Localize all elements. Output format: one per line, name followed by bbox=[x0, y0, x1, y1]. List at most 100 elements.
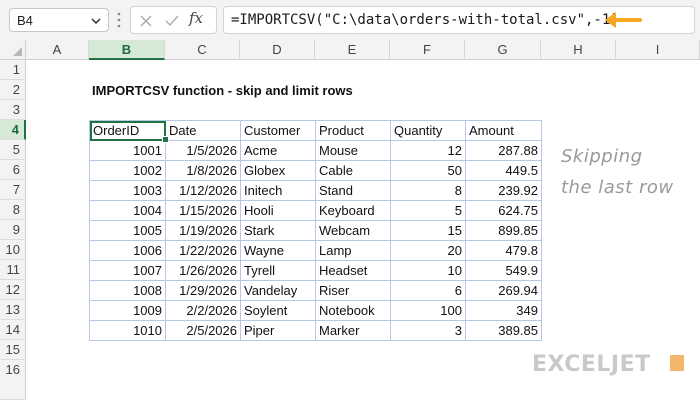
name-box[interactable]: B4 bbox=[9, 8, 109, 32]
table-cell[interactable]: 5 bbox=[390, 200, 466, 221]
table-cell[interactable]: 2/5/2026 bbox=[165, 320, 241, 341]
table-cell[interactable]: 6 bbox=[390, 280, 466, 301]
table-cell[interactable]: 1/12/2026 bbox=[165, 180, 241, 201]
table-cell[interactable]: Stark bbox=[240, 220, 316, 241]
table-cell[interactable]: 15 bbox=[390, 220, 466, 241]
table-cell[interactable]: 1008 bbox=[89, 280, 166, 301]
table-cell[interactable]: 899.85 bbox=[465, 220, 542, 241]
table-cell[interactable]: Lamp bbox=[315, 240, 391, 261]
table-cell[interactable]: 2/2/2026 bbox=[165, 300, 241, 321]
table-cell[interactable]: 8 bbox=[390, 180, 466, 201]
table-cell[interactable]: 389.85 bbox=[465, 320, 542, 341]
table-cell[interactable]: 1/22/2026 bbox=[165, 240, 241, 261]
column-header-d[interactable]: D bbox=[240, 40, 315, 60]
enter-icon[interactable] bbox=[164, 14, 180, 28]
table-cell[interactable]: 1/15/2026 bbox=[165, 200, 241, 221]
table-cell[interactable]: Initech bbox=[240, 180, 316, 201]
table-cell[interactable]: Mouse bbox=[315, 140, 391, 161]
table-cell[interactable]: Globex bbox=[240, 160, 316, 181]
header-cell[interactable]: Date bbox=[165, 120, 241, 141]
table-cell[interactable]: 50 bbox=[390, 160, 466, 181]
table-cell[interactable]: Piper bbox=[240, 320, 316, 341]
table-cell[interactable]: 12 bbox=[390, 140, 466, 161]
row-header-12[interactable]: 12 bbox=[0, 280, 26, 300]
sheet-title[interactable]: IMPORTCSV function - skip and limit rows bbox=[92, 83, 353, 98]
row-header-2[interactable]: 2 bbox=[0, 80, 26, 100]
header-cell[interactable]: Customer bbox=[240, 120, 316, 141]
table-cell[interactable]: 1004 bbox=[89, 200, 166, 221]
header-cell[interactable]: Quantity bbox=[390, 120, 466, 141]
table-cell[interactable]: 1006 bbox=[89, 240, 166, 261]
table-cell[interactable]: 1003 bbox=[89, 180, 166, 201]
table-cell[interactable]: 3 bbox=[390, 320, 466, 341]
table-cell[interactable]: 1005 bbox=[89, 220, 166, 241]
row-header-5[interactable]: 5 bbox=[0, 140, 26, 160]
column-header-c[interactable]: C bbox=[165, 40, 240, 60]
table-cell[interactable]: 549.9 bbox=[465, 260, 542, 281]
table-cell[interactable]: 269.94 bbox=[465, 280, 542, 301]
column-header-i[interactable]: I bbox=[616, 40, 700, 60]
table-cell[interactable]: Marker bbox=[315, 320, 391, 341]
chevron-down-icon[interactable] bbox=[90, 15, 102, 27]
row-header-3[interactable]: 3 bbox=[0, 100, 26, 120]
row-header-10[interactable]: 10 bbox=[0, 240, 26, 260]
column-header-h[interactable]: H bbox=[541, 40, 616, 60]
row-header-11[interactable]: 11 bbox=[0, 260, 26, 280]
insert-function-icon[interactable]: fx bbox=[189, 9, 203, 27]
table-cell[interactable]: Tyrell bbox=[240, 260, 316, 281]
column-header-b[interactable]: B bbox=[89, 40, 165, 60]
table-cell[interactable]: 1/29/2026 bbox=[165, 280, 241, 301]
table-cell[interactable]: Hooli bbox=[240, 200, 316, 221]
row-header-14[interactable]: 14 bbox=[0, 320, 26, 340]
table-cell[interactable]: 1007 bbox=[89, 260, 166, 281]
column-header-e[interactable]: E bbox=[315, 40, 390, 60]
table-cell[interactable]: Acme bbox=[240, 140, 316, 161]
row-header-1[interactable]: 1 bbox=[0, 60, 26, 80]
row-header-16[interactable]: 16 bbox=[0, 360, 26, 400]
row-header-7[interactable]: 7 bbox=[0, 180, 26, 200]
cancel-icon[interactable] bbox=[139, 14, 153, 28]
table-cell[interactable]: Riser bbox=[315, 280, 391, 301]
table-cell[interactable]: 624.75 bbox=[465, 200, 542, 221]
table-cell[interactable]: Stand bbox=[315, 180, 391, 201]
table-cell[interactable]: 1/5/2026 bbox=[165, 140, 241, 161]
row-header-13[interactable]: 13 bbox=[0, 300, 26, 320]
table-cell[interactable]: Soylent bbox=[240, 300, 316, 321]
row-header-15[interactable]: 15 bbox=[0, 340, 26, 360]
table-cell[interactable]: Webcam bbox=[315, 220, 391, 241]
column-header-g[interactable]: G bbox=[465, 40, 541, 60]
table-cell[interactable]: 449.5 bbox=[465, 160, 542, 181]
header-cell[interactable]: Product bbox=[315, 120, 391, 141]
table-cell[interactable]: Cable bbox=[315, 160, 391, 181]
table-cell[interactable]: 479.8 bbox=[465, 240, 542, 261]
row-header-6[interactable]: 6 bbox=[0, 160, 26, 180]
row-header-8[interactable]: 8 bbox=[0, 200, 26, 220]
header-cell[interactable]: OrderID bbox=[89, 120, 166, 141]
select-all-corner[interactable] bbox=[0, 40, 26, 60]
table-cell[interactable]: 287.88 bbox=[465, 140, 542, 161]
table-cell[interactable]: Headset bbox=[315, 260, 391, 281]
table-cell[interactable]: 1010 bbox=[89, 320, 166, 341]
header-cell[interactable]: Amount bbox=[465, 120, 542, 141]
table-cell[interactable]: Notebook bbox=[315, 300, 391, 321]
table-cell[interactable]: Vandelay bbox=[240, 280, 316, 301]
table-cell[interactable]: 349 bbox=[465, 300, 542, 321]
table-cell[interactable]: 1/8/2026 bbox=[165, 160, 241, 181]
table-cell[interactable]: 20 bbox=[390, 240, 466, 261]
fill-handle[interactable] bbox=[162, 136, 169, 143]
table-cell[interactable]: 1/26/2026 bbox=[165, 260, 241, 281]
column-header-f[interactable]: F bbox=[390, 40, 465, 60]
row-header-4[interactable]: 4 bbox=[0, 120, 26, 140]
table-cell[interactable]: Keyboard bbox=[315, 200, 391, 221]
table-cell[interactable]: 1002 bbox=[89, 160, 166, 181]
table-cell[interactable]: 239.92 bbox=[465, 180, 542, 201]
row-header-9[interactable]: 9 bbox=[0, 220, 26, 240]
column-header-a[interactable]: A bbox=[26, 40, 89, 60]
table-cell[interactable]: Wayne bbox=[240, 240, 316, 261]
more-options-icon[interactable] bbox=[116, 11, 122, 29]
table-cell[interactable]: 1/19/2026 bbox=[165, 220, 241, 241]
table-cell[interactable]: 1009 bbox=[89, 300, 166, 321]
table-cell[interactable]: 100 bbox=[390, 300, 466, 321]
table-cell[interactable]: 10 bbox=[390, 260, 466, 281]
table-cell[interactable]: 1001 bbox=[89, 140, 166, 161]
